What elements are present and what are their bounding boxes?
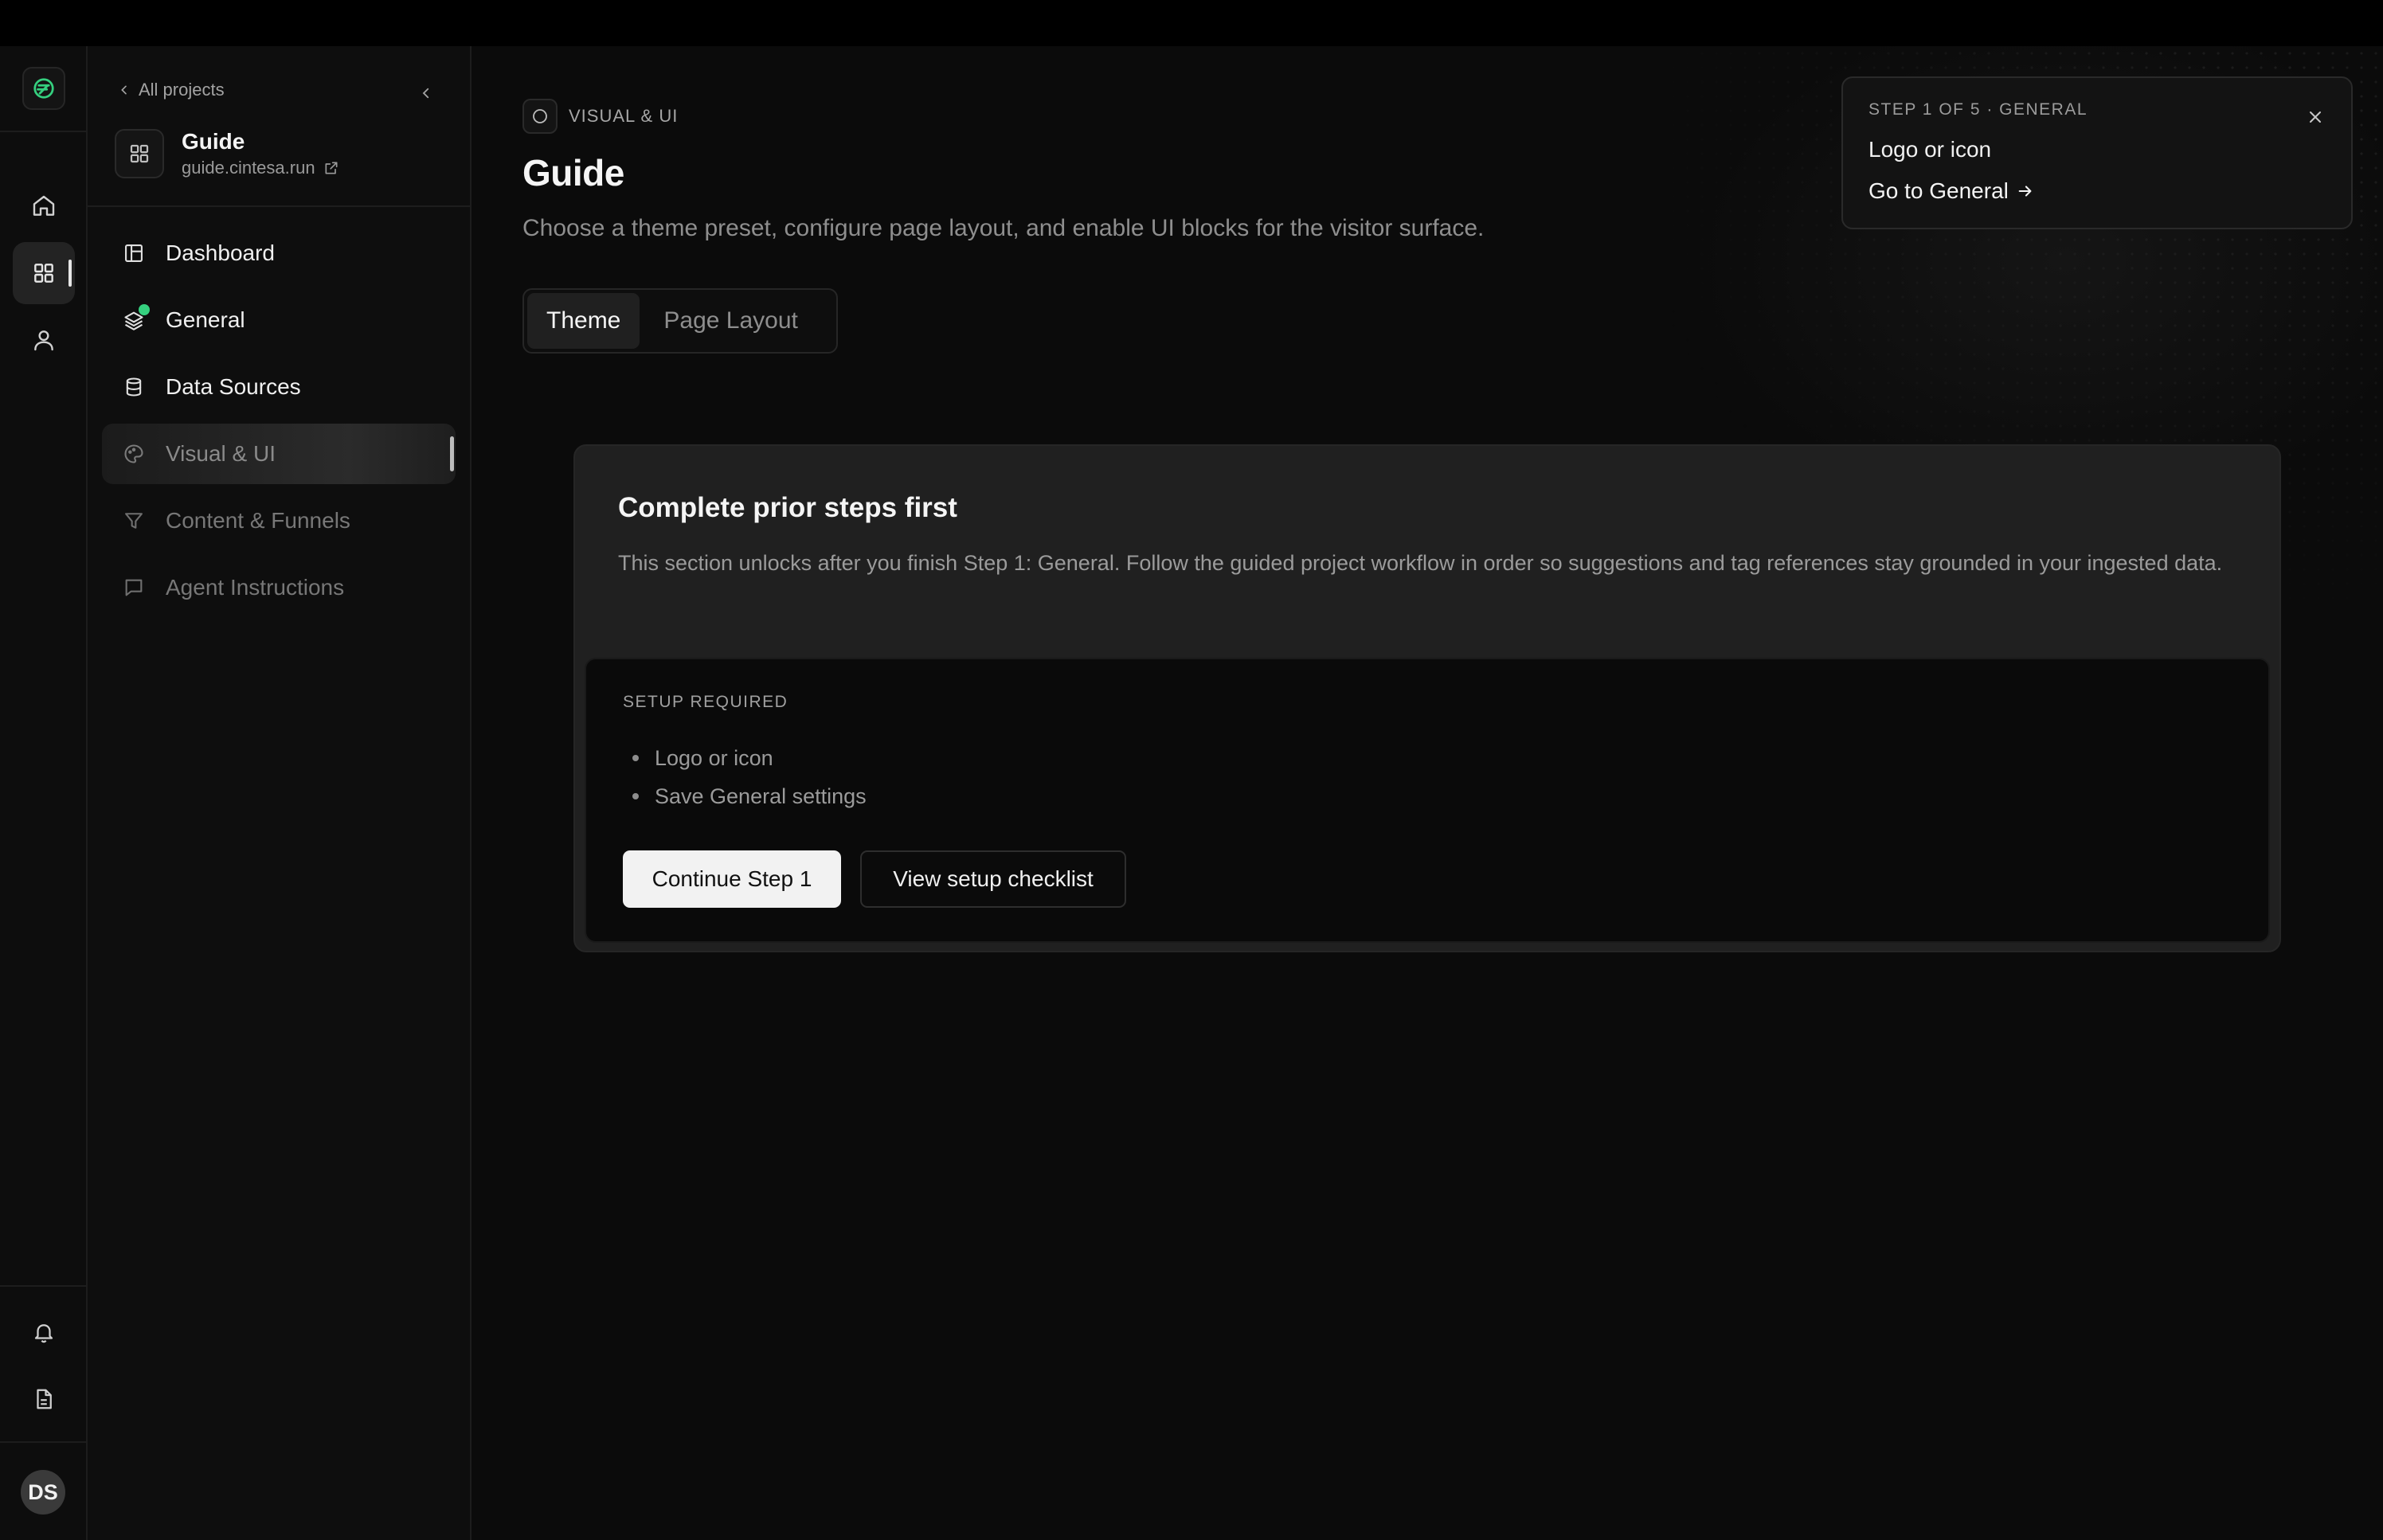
onboarding-toast: STEP 1 OF 5 · GENERAL Logo or icon Go to… xyxy=(1841,76,2353,229)
section-breadcrumb: VISUAL & UI xyxy=(522,99,678,134)
sidebar-item-content-funnels[interactable]: Content & Funnels xyxy=(102,491,456,551)
external-link-icon xyxy=(325,162,338,174)
section-label: VISUAL & UI xyxy=(569,106,679,126)
collapse-sidebar-button[interactable] xyxy=(416,83,436,104)
toast-step-label: STEP 1 OF 5 · GENERAL xyxy=(1868,100,2088,119)
sidebar-item-label: Dashboard xyxy=(166,240,275,265)
app-logo[interactable] xyxy=(22,67,65,110)
database-icon xyxy=(121,374,147,400)
layers-icon xyxy=(121,304,150,333)
toast-item: Logo or icon xyxy=(1868,137,1992,162)
document-icon xyxy=(37,1389,52,1409)
rail-docs-button[interactable] xyxy=(13,1368,75,1430)
status-complete-dot xyxy=(139,304,150,315)
setup-required-panel: SETUP REQUIRED Logo or icon Save General… xyxy=(585,658,2270,943)
project-sidebar: All projects Guide guide.cintesa.run Das… xyxy=(88,46,472,1540)
sidebar-item-label: Agent Instructions xyxy=(166,575,345,600)
card-title: Complete prior steps first xyxy=(618,492,957,523)
card-description: This section unlocks after you finish St… xyxy=(618,551,2223,575)
rail-home-button[interactable] xyxy=(13,175,75,237)
view-checklist-button[interactable]: View setup checklist xyxy=(860,850,1126,908)
setup-required-label: SETUP REQUIRED xyxy=(623,693,788,711)
tab-bar: Theme Page Layout xyxy=(522,288,838,354)
sidebar-item-label: General xyxy=(166,307,245,332)
rail-divider xyxy=(0,1441,86,1443)
sidebar-item-label: Data Sources xyxy=(166,374,301,399)
list-item: Save General settings xyxy=(623,777,867,815)
project-icon xyxy=(115,129,164,178)
funnel-icon xyxy=(121,508,147,534)
palette-icon xyxy=(522,99,558,134)
layout-dashboard-icon xyxy=(121,240,147,266)
home-icon xyxy=(33,195,55,216)
all-projects-link[interactable]: All projects xyxy=(118,80,225,100)
grid-icon xyxy=(130,144,149,163)
list-item: Logo or icon xyxy=(623,739,867,777)
go-to-general-link[interactable]: Go to General xyxy=(1868,178,2034,204)
project-url-link[interactable]: guide.cintesa.run xyxy=(182,158,339,178)
rail-divider xyxy=(0,1285,86,1287)
sidebar-item-label: Visual & UI xyxy=(166,441,276,466)
user-icon xyxy=(34,330,53,351)
rail-notifications-button[interactable] xyxy=(13,1301,75,1363)
grid-icon xyxy=(34,264,53,283)
tab-theme[interactable]: Theme xyxy=(527,293,640,349)
rail-divider xyxy=(0,131,86,132)
arrow-right-icon xyxy=(2018,186,2032,197)
user-avatar[interactable]: DS xyxy=(21,1470,65,1515)
sidebar-item-data-sources[interactable]: Data Sources xyxy=(102,357,456,417)
locked-section-card: Complete prior steps first This section … xyxy=(573,444,2281,952)
requirements-list: Logo or icon Save General settings xyxy=(623,739,867,815)
palette-icon xyxy=(121,441,147,467)
page-title: Guide xyxy=(522,152,624,193)
continue-step-button[interactable]: Continue Step 1 xyxy=(623,850,841,908)
project-url: guide.cintesa.run xyxy=(182,158,315,178)
sidebar-item-label: Content & Funnels xyxy=(166,508,350,533)
close-icon xyxy=(2310,111,2321,123)
page-subtitle: Choose a theme preset, configure page la… xyxy=(522,215,1485,241)
bell-icon xyxy=(34,1324,53,1343)
toast-link-label: Go to General xyxy=(1868,178,2009,203)
sidebar-item-general[interactable]: General xyxy=(102,290,456,350)
project-nav: Dashboard General Data Sources Visual & … xyxy=(102,223,456,624)
tab-page-layout[interactable]: Page Layout xyxy=(644,293,816,349)
icon-rail: DS xyxy=(0,46,88,1540)
main-content: VISUAL & UI Guide Choose a theme preset,… xyxy=(472,46,2383,1540)
chevron-left-icon xyxy=(422,88,429,99)
logo-icon xyxy=(33,78,54,99)
all-projects-label: All projects xyxy=(139,80,225,100)
rail-account-button[interactable] xyxy=(13,309,75,371)
sidebar-divider xyxy=(88,205,470,207)
close-toast-button[interactable] xyxy=(2303,105,2327,129)
message-square-icon xyxy=(121,575,147,600)
window-top-bar xyxy=(0,0,2383,46)
rail-projects-button[interactable] xyxy=(13,242,75,304)
chevron-left-icon xyxy=(121,85,127,95)
sidebar-item-agent-instructions[interactable]: Agent Instructions xyxy=(102,557,456,618)
sidebar-item-visual-ui[interactable]: Visual & UI xyxy=(102,424,456,484)
project-name: Guide xyxy=(182,129,245,154)
sidebar-item-dashboard[interactable]: Dashboard xyxy=(102,223,456,283)
